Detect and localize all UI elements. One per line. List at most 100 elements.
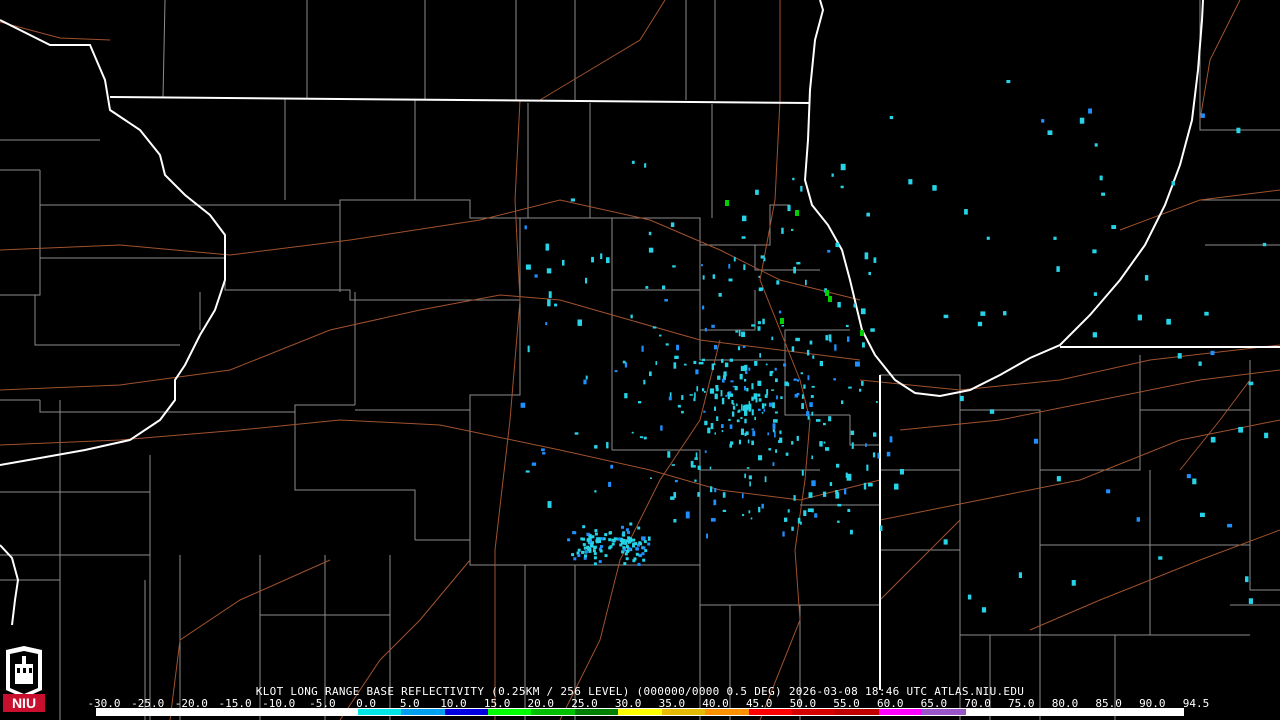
echo-pixel [546,268,552,274]
echo-pixel [807,508,812,512]
echo-pixel [745,431,749,435]
echo-pixel [713,499,717,506]
echo-pixel [761,503,764,509]
echo-pixel [545,243,550,251]
echo-pixel [805,279,807,286]
scale-label: 94.5 [1182,697,1210,710]
echo-pixel [791,526,794,531]
echo-pixel [637,526,641,530]
echo-pixel [803,384,806,389]
echo-pixel [703,410,706,413]
echo-pixel [703,391,706,393]
echo-pixel [747,404,750,410]
colorbar-segment [1009,709,1053,715]
echo-pixel [736,403,738,407]
echo-pixel [741,404,743,411]
echo-pixel [771,389,775,391]
echo-pixel [712,274,716,279]
echo-pixel [721,358,724,363]
echo-pixel [981,607,987,613]
echo-pixel [807,375,810,381]
echo-pixel [845,472,848,478]
echo-pixel [1248,381,1254,386]
echo-pixel [787,205,791,212]
echo-pixel [643,540,647,544]
echo-pixel [541,448,545,452]
echo-pixel [634,542,638,546]
echo-pixel [894,483,899,490]
echo-pixel [720,390,723,397]
echo-pixel [1053,236,1057,240]
echo-pixel [730,393,734,397]
echo-pixel [758,275,760,278]
echo-pixel [728,263,731,269]
echo-pixel [643,436,647,440]
echo-pixel [608,546,612,550]
echo-pixel [791,228,794,231]
echo-pixel [729,424,733,429]
echo-pixel [751,440,754,446]
echo-pixel [685,511,690,519]
echo-pixel [758,506,761,513]
echo-pixel [681,395,684,400]
echo-pixel [621,525,624,529]
county-borders [0,0,1280,720]
echo-pixel [860,330,864,336]
echo-pixel [776,395,778,400]
echo-pixel [644,163,647,168]
echo-pixel [844,488,847,495]
echo-pixel [665,343,669,346]
echo-pixel [611,538,615,542]
echo-pixel [627,540,631,544]
echo-pixel [1092,332,1097,338]
echo-pixel [964,209,968,215]
echo-pixel [819,360,823,367]
echo-pixel [766,389,769,396]
echo-pixel [711,324,715,328]
echo-pixel [863,482,867,490]
echo-pixel [772,462,775,466]
echo-pixel [609,531,612,535]
echo-pixel [590,544,594,548]
echo-pixel [659,334,662,337]
echo-pixel [880,525,883,531]
echo-pixel [770,370,774,374]
echo-pixel [742,493,744,499]
echo-pixel [582,525,586,529]
echo-pixel [642,546,646,550]
echo-pixel [837,520,840,523]
echo-pixel [655,361,658,365]
echo-pixel [808,492,813,498]
echo-pixel [819,441,823,447]
highways [0,0,1280,720]
echo-pixel [520,402,526,408]
echo-pixel [866,212,870,217]
echo-pixel [649,371,652,377]
echo-pixel [740,428,744,435]
echo-pixel [744,473,746,479]
echo-pixel [626,549,629,553]
state-borders [0,0,1280,690]
echo-pixel [751,383,754,390]
echo-pixel [774,411,778,414]
echo-pixel [596,537,600,541]
echo-pixel [573,557,577,561]
echo-pixel [697,492,700,497]
echo-pixel [740,365,745,371]
wisconsin-illinois-border [109,96,811,104]
colorbar-segment [965,709,1010,715]
echo-pixel [748,475,752,480]
echo-pixel [768,448,772,451]
echo-pixel [599,545,603,548]
echo-pixel [794,394,799,398]
echo-pixel [809,340,813,345]
echo-pixel [737,346,741,351]
echo-pixel [774,431,776,438]
echo-pixel [689,394,693,396]
echo-pixel [662,285,666,290]
echo-pixel [648,231,652,236]
colorbar-segment [270,709,315,715]
echo-pixel [811,508,814,513]
echo-pixel [943,539,948,545]
echo-pixel [868,483,873,487]
